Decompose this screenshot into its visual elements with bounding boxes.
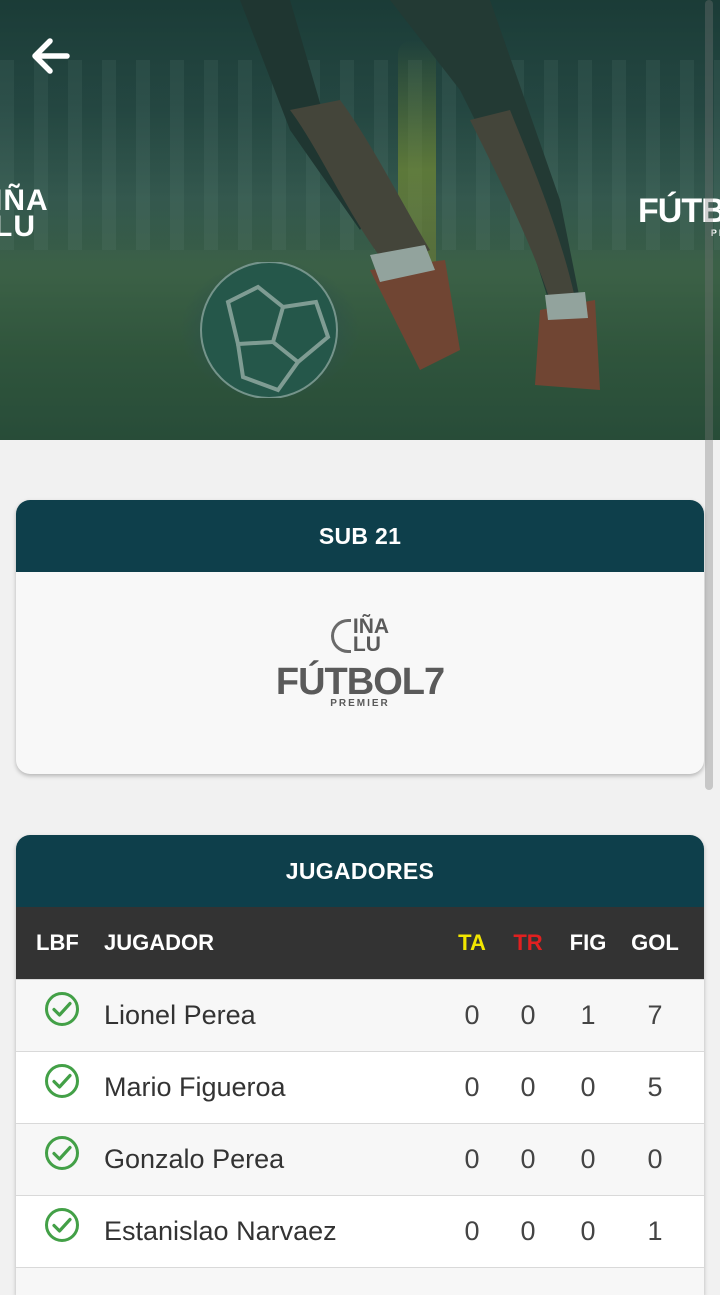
column-header-ta: TA: [458, 930, 486, 955]
player-row[interactable]: Lionel Perea 0 0 1 7: [16, 979, 704, 1051]
player-row[interactable]: Mario Figueroa 0 0 0 5: [16, 1051, 704, 1123]
player-gol: 1: [647, 1216, 663, 1246]
column-header-lbf: LBF: [36, 930, 79, 955]
player-fig: 0: [580, 1072, 596, 1102]
players-title: JUGADORES: [16, 835, 704, 907]
player-row[interactable]: Gonzalo Perea 0 0 0 0: [16, 1123, 704, 1195]
player-gol: 7: [647, 1000, 663, 1030]
player-tr: 0: [520, 1072, 536, 1102]
lbf-status: [16, 992, 104, 1034]
logo-ring-icon: [330, 619, 351, 653]
player-name: Lionel Perea: [104, 1000, 256, 1030]
arrow-left-icon: [32, 38, 70, 74]
column-header-gol: GOL: [631, 930, 679, 955]
player-row-partial[interactable]: [16, 1267, 704, 1295]
player-ta: 0: [464, 1144, 480, 1174]
league-logo-main: FÚTBOL7: [275, 661, 445, 703]
check-circle-icon: [45, 992, 79, 1026]
lbf-status: [16, 1064, 104, 1106]
player-gol: 5: [647, 1072, 663, 1102]
column-header-tr: TR: [513, 930, 543, 955]
player-gol: 0: [647, 1144, 663, 1174]
hero-logo-left: IÑA LU: [0, 184, 49, 243]
league-logo: IÑA LU FÚTBOL7 PREMIER: [16, 616, 704, 709]
player-name: Estanislao Narvaez: [104, 1216, 337, 1246]
player-ta: 0: [464, 1000, 480, 1030]
player-tr: 0: [520, 1000, 536, 1030]
lbf-status: [16, 1208, 104, 1250]
player-fig: 1: [580, 1000, 596, 1030]
league-logo-line2: LU: [352, 633, 381, 656]
player-list: Lionel Perea 0 0 1 7 Mario Figueroa 0 0 …: [16, 979, 704, 1295]
player-tr: 0: [520, 1144, 536, 1174]
league-logo-sub: PREMIER: [330, 698, 390, 709]
back-button[interactable]: [28, 34, 72, 78]
category-card: SUB 21 IÑA LU FÚTBOL7 PREMIER: [16, 500, 704, 774]
category-title: SUB 21: [16, 500, 704, 572]
league-logo-top: IÑA LU: [330, 616, 389, 656]
player-name: Gonzalo Perea: [104, 1144, 285, 1174]
player-tr: 0: [520, 1216, 536, 1246]
player-row[interactable]: Estanislao Narvaez 0 0 0 1: [16, 1195, 704, 1267]
players-card: JUGADORES LBF JUGADOR TA TR FIG GOL Lion…: [16, 835, 704, 1295]
hero-overlay: [0, 0, 720, 440]
player-fig: 0: [580, 1144, 596, 1174]
check-circle-icon: [45, 1064, 79, 1098]
table-header: LBF JUGADOR TA TR FIG GOL: [16, 907, 704, 979]
player-fig: 0: [580, 1216, 596, 1246]
lbf-status: [16, 1136, 104, 1178]
check-circle-icon: [45, 1208, 79, 1242]
column-header-player: JUGADOR: [104, 930, 215, 955]
hero-image: IÑA LU FÚTBOL PREMIER: [0, 0, 720, 440]
player-ta: 0: [464, 1072, 480, 1102]
column-header-fig: FIG: [569, 930, 607, 955]
scrollbar[interactable]: [705, 0, 713, 790]
player-ta: 0: [464, 1216, 480, 1246]
player-name: Mario Figueroa: [104, 1072, 286, 1102]
check-circle-icon: [45, 1136, 79, 1170]
